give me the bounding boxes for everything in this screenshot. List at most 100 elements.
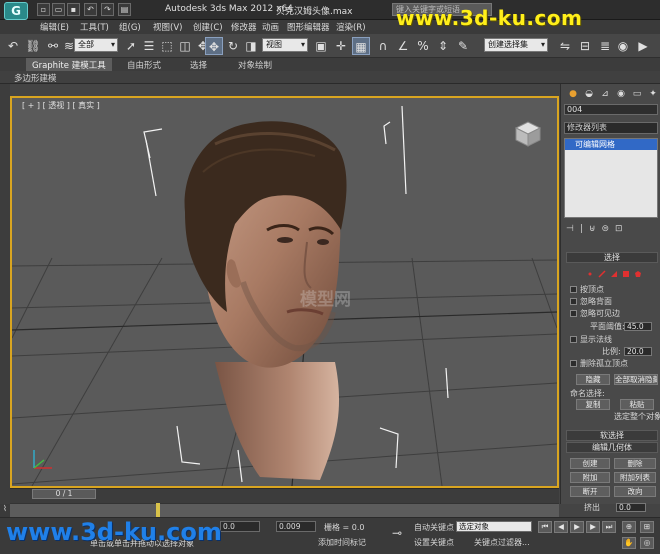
undo-toolbar-icon[interactable]: ↶ [4,37,22,55]
stack-tools[interactable]: ⊣|⊎⊜⊡ [566,224,658,236]
select-scale-icon[interactable]: ◨ [242,37,260,55]
planar-threshold-spinner[interactable]: 45.0 [624,322,652,331]
mini-curve-icon[interactable]: ⌇ [0,504,10,517]
menu-rendering[interactable]: 渲染(R) [336,21,366,33]
by-vertex-checkbox[interactable] [570,286,577,293]
viewcube-icon[interactable] [512,120,544,148]
utilities-tab-icon[interactable]: ✦ [646,88,660,100]
modify-tab-icon[interactable]: ◒ [582,88,596,100]
stack-item-editable-mesh[interactable]: 可编辑网格 [565,139,657,150]
ribbon-tab-freeform[interactable]: 自由形式 [127,59,161,71]
menu-group[interactable]: 组(G) [119,21,141,33]
render-setup-icon[interactable]: ◉ [614,37,632,55]
undo-icon[interactable]: ↶ [84,3,97,16]
key-filters-button[interactable]: 关键点过滤器... [474,537,530,548]
new-file-icon[interactable]: ▫ [37,3,50,16]
viewport-label[interactable]: [ + ] [ 透视 ] [ 真实 ] [22,100,100,111]
previous-frame-icon[interactable]: ◀ [554,521,568,533]
key-icon[interactable]: ⊸ [392,526,402,540]
motion-tab-icon[interactable]: ◉ [614,88,628,100]
ribbon-tab-graphite[interactable]: Graphite 建模工具 [26,58,112,71]
paste-button[interactable]: 粘贴 [620,399,654,410]
project-folder-icon[interactable]: ▤ [118,3,131,16]
track-bar[interactable] [10,503,559,517]
create-tab-icon[interactable]: ● [566,88,580,100]
pivot-center-icon[interactable]: ▣ [312,37,330,55]
orbit-icon[interactable]: ◎ [640,537,654,549]
menu-edit[interactable]: 编辑(E) [40,21,69,33]
manipulate-icon[interactable]: ✛ [332,37,350,55]
ribbon-tab-object-paint[interactable]: 对象绘制 [238,59,272,71]
selection-filter-dropdown[interactable]: 全部 [74,38,118,52]
x-coordinate-field[interactable]: 0.0 [220,521,260,532]
attach-button[interactable]: 附加 [570,472,610,483]
mirror-icon[interactable]: ⇋ [556,37,574,55]
auto-key-label[interactable]: 自动关键点 [414,522,454,533]
polygon-mode-icon[interactable] [622,270,630,278]
pan-view-icon[interactable]: ✋ [622,537,636,549]
soft-selection-rollout-header[interactable]: 软选择 [566,430,658,441]
time-slider[interactable]: 0 / 1 [32,489,96,499]
key-filter-dropdown[interactable]: 选定对象 [456,521,532,532]
edge-mode-icon[interactable] [598,270,606,278]
angle-snap-icon[interactable]: ∠ [394,37,412,55]
modifier-stack[interactable] [564,138,658,218]
next-frame-icon[interactable]: ▶ [586,521,600,533]
create-button[interactable]: 创建 [570,458,610,469]
ignore-visible-edges-checkbox[interactable] [570,310,577,317]
keyboard-shortcut-override-icon[interactable]: ▦ [352,37,370,55]
attach-list-button[interactable]: 附加列表 [614,472,656,483]
turn-button[interactable]: 改向 [614,486,656,497]
play-icon[interactable]: ▶ [570,521,584,533]
extrude-spinner[interactable]: 0.0 [616,503,646,512]
go-to-end-icon[interactable]: ⏭ [602,521,616,533]
element-mode-icon[interactable] [634,270,642,278]
select-by-name-icon[interactable]: ☰ [140,37,158,55]
face-mode-icon[interactable] [610,270,618,278]
layer-manager-icon[interactable]: ≣ [596,37,614,55]
go-to-start-icon[interactable]: ⏮ [538,521,552,533]
percent-snap-icon[interactable]: % [414,37,432,55]
polygon-modeling-label[interactable]: 多边形建模 [14,72,57,84]
rectangle-selection-icon[interactable]: ⬚ [158,37,176,55]
zoom-icon[interactable]: ⊕ [622,521,636,533]
app-logo-icon[interactable]: G [4,2,28,20]
align-icon[interactable]: ⊟ [576,37,594,55]
detach-button[interactable]: 断开 [570,486,610,497]
menu-create[interactable]: 创建(C) [193,21,223,33]
snaps-toggle-icon[interactable]: ∩ [374,37,392,55]
current-frame-marker[interactable] [156,503,160,517]
ignore-backfacing-checkbox[interactable] [570,298,577,305]
display-tab-icon[interactable]: ▭ [630,88,644,100]
menu-animation[interactable]: 动画 [262,21,279,33]
menu-tools[interactable]: 工具(T) [80,21,109,33]
menu-modifiers[interactable]: 修改器 [231,21,257,33]
select-move-active-icon[interactable]: ✥ [205,37,223,55]
add-time-tag-label[interactable]: 添加时间标记 [318,537,366,548]
spinner-snap-icon[interactable]: ⇕ [434,37,452,55]
modifier-list-dropdown[interactable]: 修改器列表 [564,122,658,134]
edit-geometry-rollout-header[interactable]: 编辑几何体 [566,442,658,453]
hide-button[interactable]: 隐藏 [576,374,610,385]
delete-isolated-checkbox[interactable] [570,360,577,367]
select-rotate-icon[interactable]: ↻ [224,37,242,55]
show-normals-checkbox[interactable] [570,336,577,343]
save-file-icon[interactable]: ▪ [67,3,80,16]
set-key-label[interactable]: 设置关键点 [414,537,454,548]
delete-button[interactable]: 删除 [614,458,656,469]
object-name-field[interactable]: 004 [564,104,658,115]
copy-button[interactable]: 复制 [576,399,610,410]
z-coordinate-field[interactable]: 0.009 [276,521,316,532]
select-object-icon[interactable]: ➚ [122,37,140,55]
ribbon-tab-selection[interactable]: 选择 [190,59,207,71]
menu-views[interactable]: 视图(V) [153,21,182,33]
menu-graph-editors[interactable]: 图形编辑器 [287,21,330,33]
named-selection-dropdown[interactable]: 创建选择集 [484,38,548,52]
zoom-all-icon[interactable]: ⊞ [640,521,654,533]
link-icon[interactable]: ⛓ [24,37,42,55]
window-crossing-icon[interactable]: ◫ [176,37,194,55]
reference-coordinate-dropdown[interactable]: 视图 [262,38,308,52]
redo-icon[interactable]: ↷ [101,3,114,16]
edit-named-selection-icon[interactable]: ✎ [454,37,472,55]
open-file-icon[interactable]: ▭ [52,3,65,16]
